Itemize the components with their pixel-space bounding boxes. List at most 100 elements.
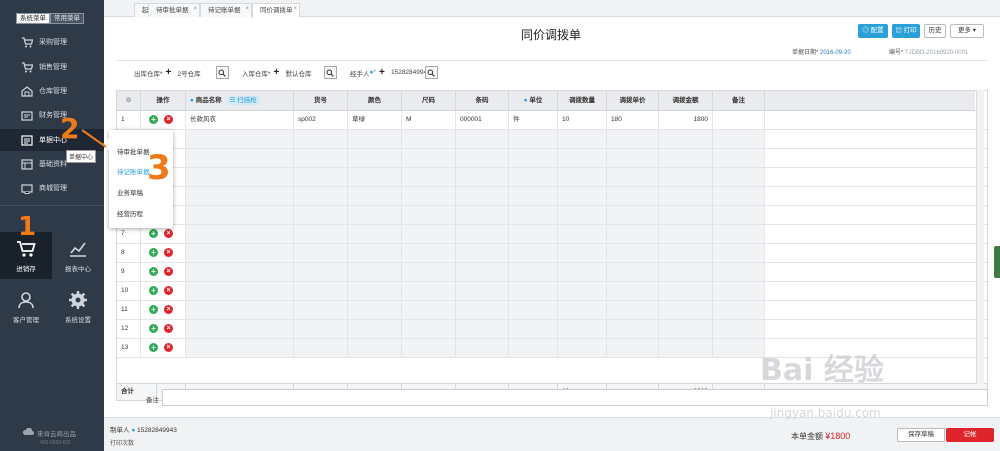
table-row[interactable]: 9 + × [117, 263, 987, 282]
cell-qty[interactable] [558, 168, 607, 186]
cell-price[interactable] [607, 320, 659, 338]
out-warehouse-value[interactable]: 2号仓库 [178, 68, 216, 78]
print-button[interactable]: ▤ 打印 [892, 24, 920, 38]
add-row-icon[interactable]: + [149, 324, 158, 333]
cell-remark[interactable] [713, 168, 765, 186]
table-row[interactable]: 5+× [117, 187, 987, 206]
cell-color[interactable] [348, 282, 402, 300]
cell-barcode[interactable] [456, 320, 509, 338]
delete-row-icon[interactable]: × [164, 286, 173, 295]
save-draft-button[interactable]: 保存草稿 [897, 428, 945, 442]
cell-barcode[interactable] [456, 187, 509, 205]
cell-size[interactable] [402, 168, 456, 186]
cell-size[interactable] [402, 320, 456, 338]
cell-amount[interactable] [659, 301, 713, 319]
cell-code[interactable] [294, 263, 348, 281]
table-row[interactable]: 3+× [117, 149, 987, 168]
tab-pending-posting[interactable]: 待记账单据 × [200, 3, 252, 17]
cell-price[interactable] [607, 130, 659, 148]
date-value[interactable]: 2016-09-20 [820, 50, 851, 56]
add-row-icon[interactable]: + [149, 229, 158, 238]
history-button[interactable]: 历史 [924, 24, 946, 38]
plus-icon[interactable]: + [166, 67, 176, 79]
cell-color[interactable] [348, 263, 402, 281]
cell-name[interactable] [186, 149, 294, 167]
cell-name[interactable] [186, 320, 294, 338]
submenu-item-pending-posting[interactable]: 待记账单据 [117, 166, 150, 176]
sidebar-item-finance[interactable]: 财务管理 [0, 104, 104, 126]
cell-name[interactable] [186, 301, 294, 319]
cell-amount[interactable] [659, 282, 713, 300]
config-button[interactable]: ◎ 配置 [858, 24, 888, 38]
cell-remark[interactable] [713, 206, 765, 224]
cell-code[interactable] [294, 320, 348, 338]
cell-price[interactable] [607, 206, 659, 224]
cell-barcode[interactable] [456, 225, 509, 243]
tile-report-center[interactable]: 报表中心 [52, 232, 104, 279]
submenu-item-history[interactable]: 经营历程 [117, 208, 143, 218]
cell-code[interactable] [294, 149, 348, 167]
cell-color[interactable] [348, 244, 402, 262]
cell-size[interactable] [402, 339, 456, 357]
cell-name[interactable] [186, 225, 294, 243]
close-icon[interactable]: × [293, 3, 297, 16]
cell-price[interactable] [607, 187, 659, 205]
cell-barcode[interactable] [456, 263, 509, 281]
cell-code[interactable] [294, 225, 348, 243]
post-button[interactable]: 记帐 [946, 428, 994, 442]
cell-remark[interactable] [713, 263, 765, 281]
cell-unit[interactable] [509, 187, 558, 205]
cell-price[interactable] [607, 301, 659, 319]
plus-icon[interactable]: + [379, 67, 389, 79]
cell-qty[interactable]: 10 [558, 111, 607, 129]
delete-row-icon[interactable]: × [164, 305, 173, 314]
cell-qty[interactable] [558, 149, 607, 167]
cell-amount[interactable] [659, 187, 713, 205]
cell-remark[interactable] [713, 244, 765, 262]
cell-size[interactable]: M [402, 111, 456, 129]
cell-color[interactable] [348, 301, 402, 319]
cell-remark[interactable] [713, 301, 765, 319]
cell-amount[interactable] [659, 130, 713, 148]
cell-remark[interactable] [713, 130, 765, 148]
cell-code[interactable] [294, 339, 348, 357]
cell-qty[interactable] [558, 282, 607, 300]
cell-amount[interactable] [659, 149, 713, 167]
cell-size[interactable] [402, 282, 456, 300]
cell-qty[interactable] [558, 263, 607, 281]
cell-remark[interactable] [713, 282, 765, 300]
add-row-icon[interactable]: + [149, 305, 158, 314]
cell-code[interactable] [294, 282, 348, 300]
cell-color[interactable]: 草绿 [348, 111, 402, 129]
add-row-icon[interactable]: + [149, 267, 158, 276]
cell-color[interactable] [348, 339, 402, 357]
cell-code[interactable] [294, 301, 348, 319]
cell-name[interactable] [186, 339, 294, 357]
table-row[interactable]: 11 + × [117, 301, 987, 320]
delete-row-icon[interactable]: × [164, 267, 173, 276]
cell-unit[interactable] [509, 149, 558, 167]
cell-price[interactable]: 180 [607, 111, 659, 129]
cell-unit[interactable] [509, 320, 558, 338]
cell-color[interactable] [348, 225, 402, 243]
cell-barcode[interactable] [456, 130, 509, 148]
cell-unit[interactable]: 件 [509, 111, 558, 129]
table-row[interactable]: 6+× [117, 206, 987, 225]
cell-color[interactable] [348, 320, 402, 338]
sidebar-item-sales[interactable]: 销售管理 [0, 56, 104, 78]
cell-qty[interactable] [558, 225, 607, 243]
cell-barcode[interactable] [456, 206, 509, 224]
vertical-scrollbar[interactable] [976, 90, 984, 401]
delete-row-icon[interactable]: × [164, 248, 173, 257]
submenu-item-drafts[interactable]: 业务草稿 [117, 187, 143, 197]
cell-name[interactable]: 长款风衣 [186, 111, 294, 129]
cell-barcode[interactable] [456, 168, 509, 186]
cell-qty[interactable] [558, 187, 607, 205]
tab-pending-approval[interactable]: 待审批单据 × [148, 3, 200, 17]
tile-system-settings[interactable]: 系统设置 [52, 283, 104, 330]
tab-system-menu[interactable]: 系统菜单 [16, 13, 50, 24]
plus-icon[interactable]: + [274, 67, 284, 79]
cell-barcode[interactable] [456, 149, 509, 167]
remark-input[interactable] [162, 389, 988, 406]
search-icon[interactable] [424, 66, 438, 79]
